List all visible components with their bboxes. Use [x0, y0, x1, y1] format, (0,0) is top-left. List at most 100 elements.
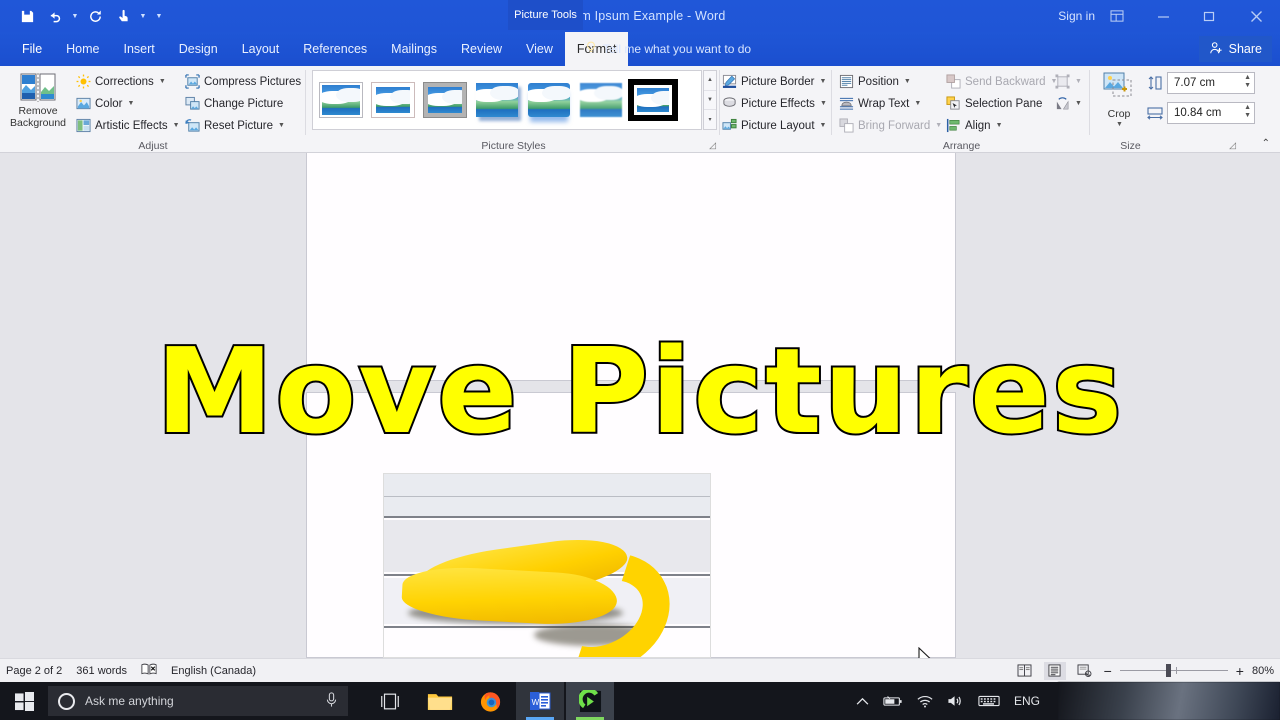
tab-design[interactable]: Design — [167, 32, 230, 66]
zoom-slider[interactable] — [1119, 664, 1228, 678]
group-objects-button[interactable]: ▼ — [1055, 71, 1082, 92]
artistic-effects-button[interactable]: Artistic Effects ▼ — [76, 115, 180, 136]
restore-icon[interactable] — [1186, 0, 1232, 32]
volume-icon[interactable] — [947, 694, 964, 708]
bring-forward-button[interactable]: Bring Forward ▼ — [839, 115, 942, 136]
minimize-icon[interactable] — [1140, 0, 1186, 32]
corrections-button[interactable]: Corrections ▼ — [76, 71, 166, 92]
network-icon[interactable] — [917, 695, 933, 708]
align-button[interactable]: Align ▼ — [946, 115, 1003, 136]
redo-icon[interactable] — [82, 5, 108, 27]
picture-style-soft-edge-oval[interactable] — [576, 77, 626, 123]
language-tray-indicator[interactable]: ENG — [1014, 694, 1040, 708]
tab-view[interactable]: View — [514, 32, 565, 66]
rotate-objects-button[interactable]: ▼ — [1055, 93, 1082, 114]
size-dialog-launcher-icon[interactable]: ◿ — [1229, 140, 1236, 151]
keyboard-icon[interactable] — [978, 694, 1000, 708]
picture-styles-dialog-launcher-icon[interactable]: ◿ — [709, 140, 716, 151]
send-backward-button[interactable]: Send Backward ▼ — [946, 71, 1057, 92]
read-mode-view-button[interactable] — [1014, 662, 1036, 680]
task-view-button[interactable] — [366, 682, 414, 720]
shape-width-spinner[interactable]: ▲ ▼ — [1244, 104, 1251, 120]
sign-in-button[interactable]: Sign in — [1058, 0, 1095, 32]
tab-layout[interactable]: Layout — [230, 32, 292, 66]
undo-icon[interactable] — [42, 5, 68, 27]
camtasia-taskbar-icon[interactable] — [566, 682, 614, 720]
language-indicator[interactable]: English (Canada) — [171, 665, 256, 677]
wrap-text-button[interactable]: Wrap Text ▼ — [839, 93, 921, 114]
start-button[interactable] — [0, 682, 48, 720]
share-button[interactable]: Share — [1198, 36, 1272, 62]
picture-styles-scroll[interactable]: ▲ ▼ ▾ — [703, 70, 717, 130]
file-explorer-icon[interactable] — [416, 682, 464, 720]
selection-pane-button[interactable]: Selection Pane — [946, 93, 1042, 114]
document-canvas[interactable]: Move Pictures — [0, 153, 1280, 720]
save-icon[interactable] — [14, 5, 40, 27]
gallery-scroll-down-icon[interactable]: ▼ — [704, 91, 716, 111]
show-hidden-icons-button[interactable] — [856, 697, 869, 706]
word-taskbar-icon[interactable]: W — [516, 682, 564, 720]
bring-forward-dropdown-icon[interactable]: ▼ — [935, 122, 942, 129]
shape-width-input[interactable]: 10.84 cm ▲ ▼ — [1167, 102, 1255, 124]
position-dropdown-icon[interactable]: ▼ — [904, 78, 911, 85]
reset-picture-button[interactable]: Reset Picture ▼ — [185, 115, 285, 136]
picture-effects-dropdown-icon[interactable]: ▼ — [820, 100, 827, 107]
crop-button[interactable]: Crop ▼ — [1097, 71, 1141, 135]
picture-style-metal-frame[interactable] — [420, 77, 470, 123]
word-count[interactable]: 361 words — [76, 665, 127, 677]
picture-border-dropdown-icon[interactable]: ▼ — [820, 78, 827, 85]
tab-references[interactable]: References — [291, 32, 379, 66]
shape-height-spinner[interactable]: ▲ ▼ — [1244, 74, 1251, 90]
compress-pictures-button[interactable]: Compress Pictures — [185, 71, 301, 92]
tell-me-search[interactable]: Tell me what you want to do — [585, 32, 751, 66]
tab-mailings[interactable]: Mailings — [379, 32, 449, 66]
crop-dropdown-icon[interactable]: ▼ — [1116, 121, 1123, 128]
picture-style-reflected-rounded-rectangle[interactable] — [524, 77, 574, 123]
tab-file[interactable]: File — [10, 32, 54, 66]
proofing-errors-icon[interactable] — [141, 662, 157, 679]
color-dropdown-icon[interactable]: ▼ — [127, 100, 134, 107]
close-icon[interactable] — [1232, 0, 1280, 32]
picture-layout-button[interactable]: Picture Layout ▼ — [722, 115, 826, 136]
picture-border-button[interactable]: Picture Border ▼ — [722, 71, 826, 92]
rotate-objects-dropdown-icon[interactable]: ▼ — [1075, 100, 1082, 107]
undo-dropdown-icon[interactable]: ▼ — [70, 13, 80, 20]
page-indicator[interactable]: Page 2 of 2 — [6, 665, 62, 677]
banana-picture[interactable] — [383, 473, 711, 658]
cortana-search-box[interactable]: Ask me anything — [48, 686, 348, 716]
battery-icon[interactable] — [883, 695, 903, 708]
touch-mode-dropdown-icon[interactable]: ▼ — [138, 13, 148, 20]
firefox-icon[interactable] — [466, 682, 514, 720]
align-dropdown-icon[interactable]: ▼ — [996, 122, 1003, 129]
corrections-dropdown-icon[interactable]: ▼ — [159, 78, 166, 85]
picture-effects-button[interactable]: Picture Effects ▼ — [722, 93, 827, 114]
picture-styles-gallery[interactable] — [312, 70, 702, 130]
picture-layout-dropdown-icon[interactable]: ▼ — [820, 122, 827, 129]
wrap-text-dropdown-icon[interactable]: ▼ — [914, 100, 921, 107]
zoom-thumb[interactable] — [1165, 664, 1171, 677]
picture-style-beveled-matte-white[interactable] — [368, 77, 418, 123]
color-button[interactable]: Color ▼ — [76, 93, 134, 114]
tab-home[interactable]: Home — [54, 32, 111, 66]
picture-style-thick-black-frame[interactable] — [628, 77, 678, 123]
microphone-icon[interactable] — [325, 691, 338, 711]
collapse-ribbon-icon[interactable]: ⌃ — [1262, 138, 1270, 149]
gallery-scroll-up-icon[interactable]: ▲ — [704, 71, 716, 91]
change-picture-button[interactable]: Change Picture — [185, 93, 283, 114]
touch-mode-icon[interactable] — [110, 5, 136, 27]
customize-qat-icon[interactable]: ▼ — [154, 13, 164, 20]
tab-insert[interactable]: Insert — [112, 32, 167, 66]
zoom-level[interactable]: 80% — [1252, 665, 1274, 677]
reset-picture-dropdown-icon[interactable]: ▼ — [278, 122, 285, 129]
picture-style-simple-frame-white[interactable] — [316, 77, 366, 123]
zoom-out-button[interactable]: − — [1104, 663, 1112, 679]
picture-style-drop-shadow-rectangle[interactable] — [472, 77, 522, 123]
remove-background-button[interactable]: Remove Background — [10, 70, 66, 144]
zoom-in-button[interactable]: + — [1236, 663, 1244, 679]
group-objects-dropdown-icon[interactable]: ▼ — [1075, 78, 1082, 85]
ribbon-display-options-icon[interactable] — [1094, 0, 1140, 32]
gallery-more-icon[interactable]: ▾ — [704, 110, 716, 129]
print-layout-view-button[interactable] — [1043, 661, 1066, 680]
web-layout-view-button[interactable] — [1074, 662, 1096, 680]
tab-review[interactable]: Review — [449, 32, 514, 66]
